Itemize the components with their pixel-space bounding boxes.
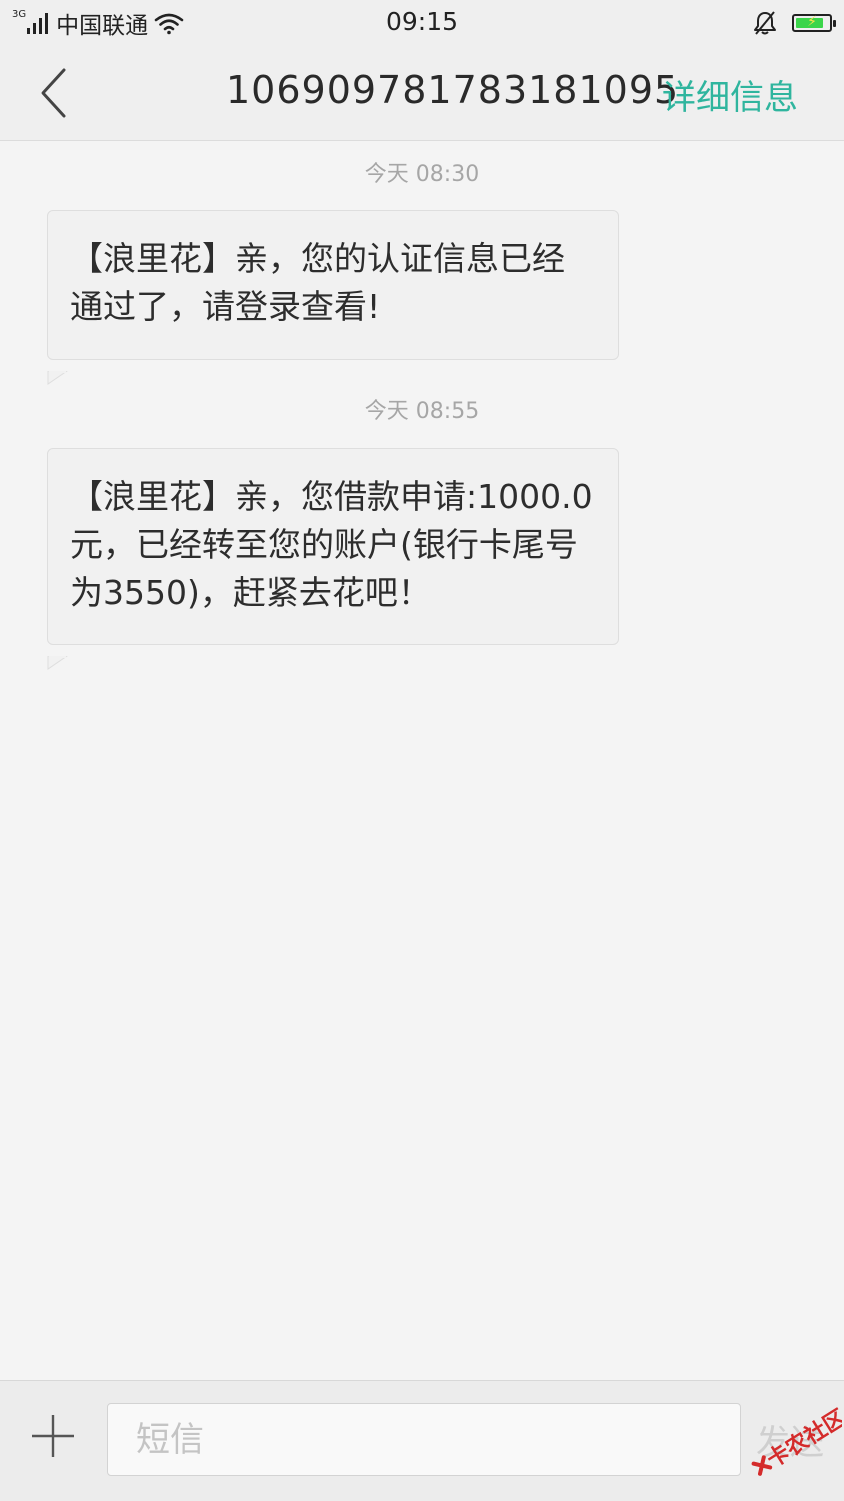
details-link[interactable]: 详细信息 <box>662 70 798 119</box>
charging-bolt-icon: ⚡ <box>807 14 817 30</box>
watermark-logo: 卡农社区 <box>751 1404 842 1476</box>
status-right: ⚡ <box>752 8 836 38</box>
add-attachment-button[interactable] <box>30 1413 76 1459</box>
chevron-left-icon <box>41 68 66 118</box>
message-text: 【浪里花】亲，您的认证信息已经通过了，请登录查看! <box>70 239 565 326</box>
status-bar: 3G 中国联通 09:15 ⚡ <box>0 0 844 46</box>
message-bubble[interactable]: 【浪里花】亲，您借款申请:1000.0元，已经转至您的账户(银行卡尾号为3550… <box>47 448 619 670</box>
bell-muted-icon <box>754 11 776 35</box>
watermark-text: 卡农社区 <box>762 1404 842 1473</box>
message-timestamp: 今天 08:55 <box>364 399 480 424</box>
status-time: 09:15 <box>385 7 459 36</box>
sender-number: 1069097817831810​95 <box>226 68 680 112</box>
sms-input[interactable] <box>107 1403 741 1476</box>
back-button[interactable] <box>30 66 80 120</box>
message-bubble[interactable]: 【浪里花】亲，您的认证信息已经通过了，请登录查看! <box>47 210 619 385</box>
message-text: 【浪里花】亲，您借款申请:1000.0元，已经转至您的账户(银行卡尾号为3550… <box>70 477 593 612</box>
conversation-header: 1069097817831810​95 详细信息 <box>0 46 844 141</box>
battery-icon: ⚡ <box>792 14 836 32</box>
plus-icon <box>32 1415 74 1457</box>
message-timestamp: 今天 08:30 <box>364 162 480 187</box>
composer-bar: 发送 <box>0 1380 844 1501</box>
